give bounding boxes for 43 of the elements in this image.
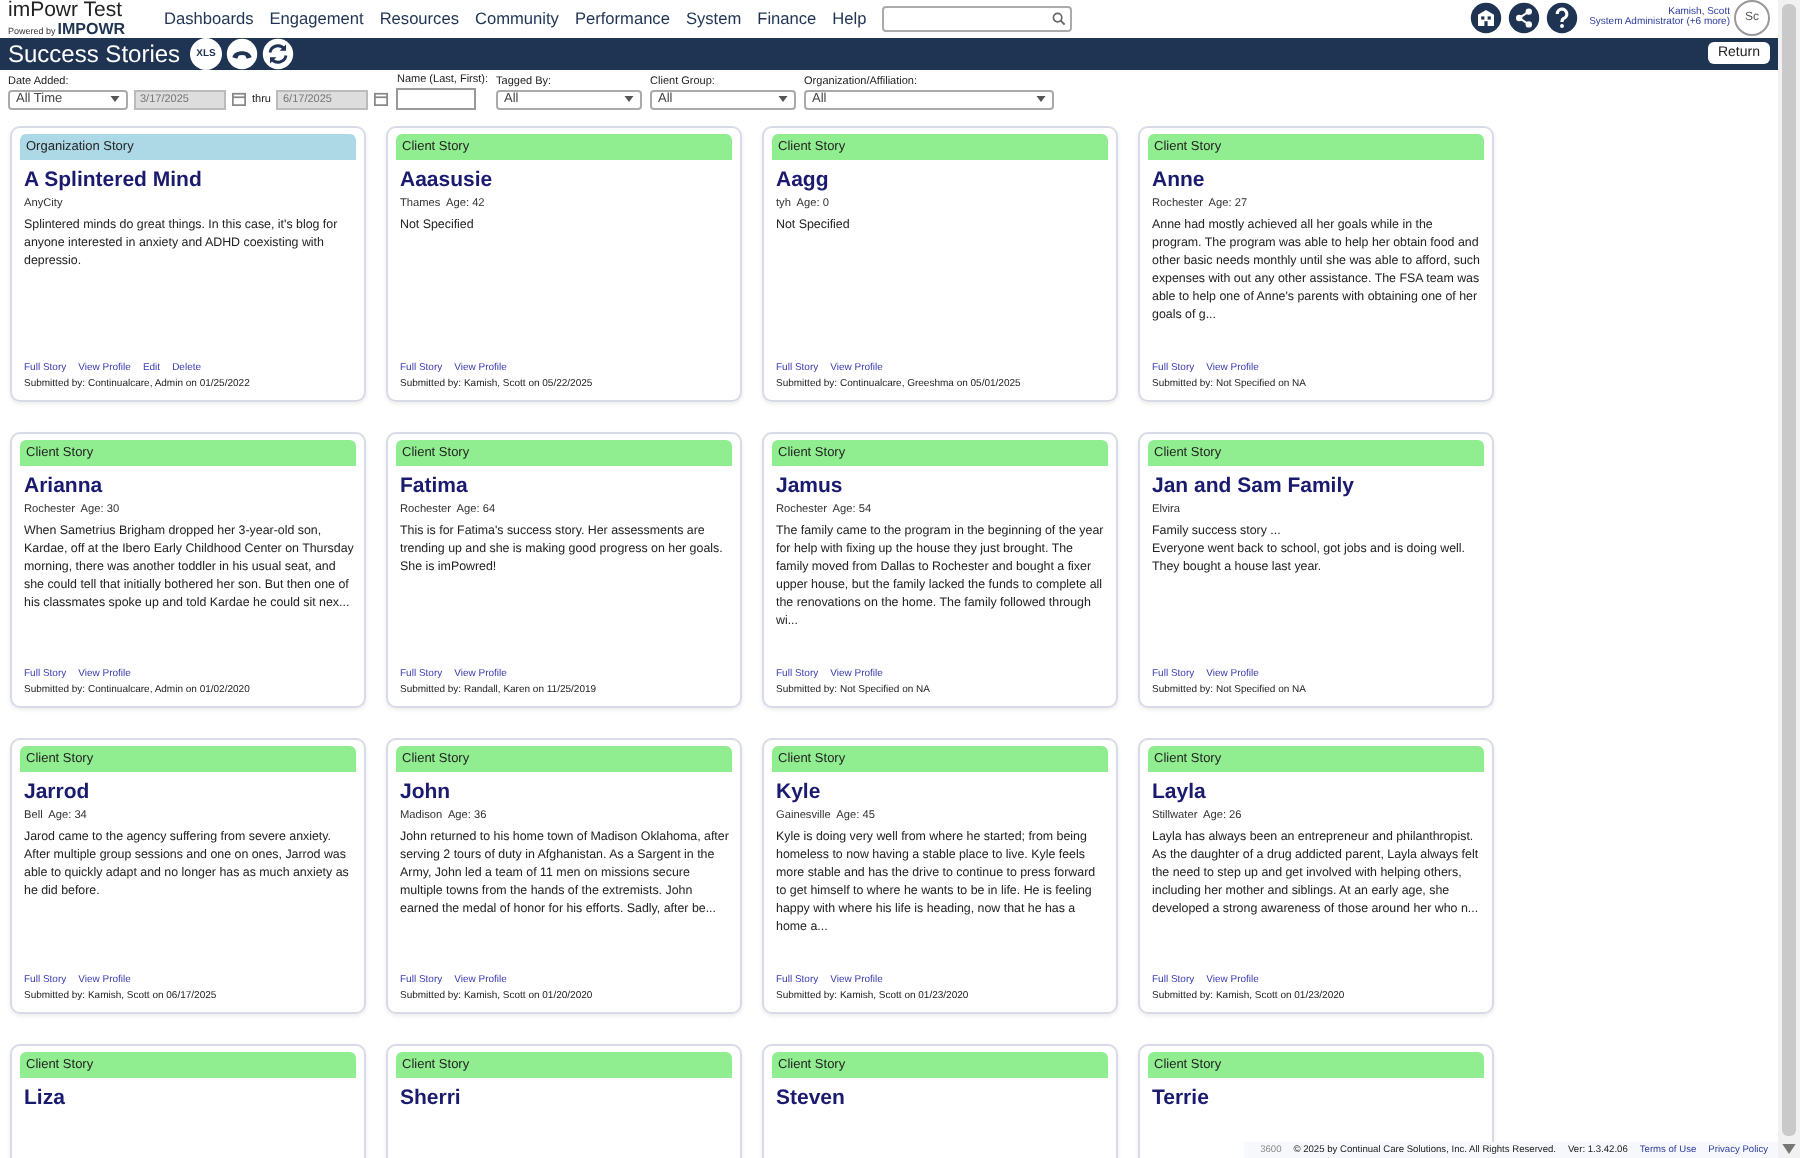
caret-icon: [1036, 96, 1047, 102]
calendar-icon[interactable]: [374, 92, 389, 106]
scrollbar[interactable]: [1778, 0, 1800, 1158]
story-name[interactable]: Sherri: [400, 1085, 732, 1111]
story-name[interactable]: John: [400, 779, 732, 805]
caret-icon: [778, 96, 789, 102]
story-name[interactable]: Steven: [776, 1085, 1108, 1111]
story-name[interactable]: Aaasusie: [400, 167, 732, 193]
help-icon[interactable]: [1545, 2, 1578, 35]
page-title: Success Stories: [8, 39, 181, 67]
story-name[interactable]: Jamus: [776, 473, 1108, 499]
story-name[interactable]: Jarrod: [24, 779, 356, 805]
caret-icon: [624, 96, 635, 102]
story-name[interactable]: Aagg: [776, 167, 1108, 193]
search-field[interactable]: [882, 5, 1073, 32]
nav-menu-item[interactable]: Resources: [379, 8, 459, 29]
story-name[interactable]: Layla: [1152, 779, 1484, 805]
phone-icon[interactable]: [226, 37, 259, 69]
refresh-icon[interactable]: [262, 37, 295, 69]
nav-menu-item[interactable]: Finance: [757, 8, 817, 29]
story-name[interactable]: Kyle: [776, 779, 1108, 805]
building-icon[interactable]: [1469, 2, 1502, 35]
story-name[interactable]: Liza: [24, 1085, 356, 1111]
search-icon: [1052, 11, 1067, 26]
story-name[interactable]: Arianna: [24, 473, 356, 499]
nav-menu-item[interactable]: System: [685, 8, 742, 29]
nav-menu-item[interactable]: Help: [832, 8, 867, 29]
logo-title: imPowr Test: [8, 0, 124, 21]
nav-menu-item[interactable]: Dashboards: [164, 8, 254, 29]
story-name[interactable]: Anne: [1152, 167, 1484, 193]
nav-menu-item[interactable]: Community: [474, 8, 559, 29]
name-field[interactable]: [396, 87, 477, 109]
story-name[interactable]: A Splintered Mind: [24, 167, 356, 193]
story-name[interactable]: Jan and Sam Family: [1152, 473, 1484, 499]
nav-menu-item[interactable]: Engagement: [269, 8, 364, 29]
nav-menu-item[interactable]: Performance: [574, 8, 670, 29]
story-name[interactable]: Fatima: [400, 473, 732, 499]
story-name[interactable]: Terrie: [1152, 1085, 1484, 1111]
calendar-icon[interactable]: [232, 92, 246, 106]
share-icon[interactable]: [1507, 2, 1540, 35]
logo-brand: IMPOWR: [57, 21, 126, 37]
caret-icon: [110, 96, 120, 102]
scroll-down-icon[interactable]: [1782, 1144, 1796, 1154]
